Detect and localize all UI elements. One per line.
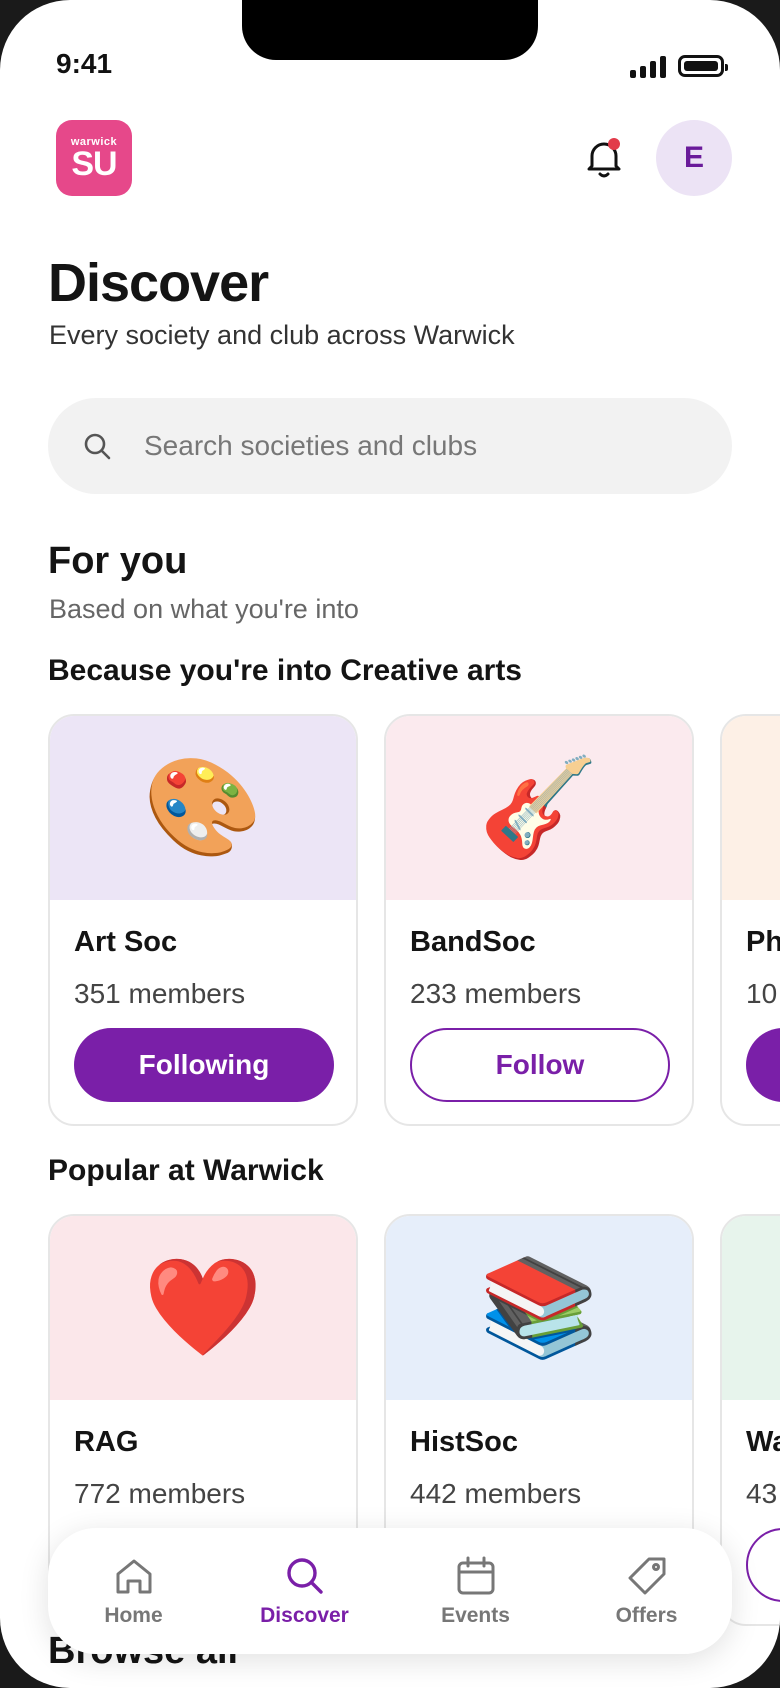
books-icon: 📚: [479, 1254, 599, 1361]
search-bar[interactable]: [48, 398, 732, 494]
card-banner: [722, 716, 780, 900]
society-name: Ph: [746, 926, 780, 958]
nav-item-events[interactable]: Events: [390, 1528, 561, 1654]
phone-screen: 9:41 warwick SU E Discover Every society…: [0, 0, 780, 1688]
avatar[interactable]: E: [656, 120, 732, 196]
society-card-partial[interactable]: Ph 10: [720, 714, 780, 1126]
status-icons: [630, 54, 728, 78]
member-count: 442 members: [410, 1478, 582, 1509]
heart-icon: ❤️: [143, 1254, 263, 1361]
nav-item-home[interactable]: Home: [48, 1528, 219, 1654]
society-name: BandSoc: [410, 926, 536, 958]
row-title-popular: Popular at Warwick: [48, 1154, 324, 1187]
following-button[interactable]: Following: [74, 1028, 334, 1102]
nav-label-home: Home: [104, 1604, 163, 1627]
member-count: 772 members: [74, 1478, 246, 1509]
nav-label-offers: Offers: [615, 1604, 678, 1627]
follow-button[interactable]: Follow: [410, 1028, 670, 1102]
section-title-for-you: For you: [48, 540, 188, 582]
nav-item-discover[interactable]: Discover: [219, 1528, 390, 1654]
row-title-creative-arts: Because you're into Creative arts: [48, 654, 522, 687]
society-name: HistSoc: [410, 1426, 518, 1458]
card-banner: 🎨: [50, 716, 356, 900]
society-name: Wa: [746, 1426, 780, 1458]
card-banner: [722, 1216, 780, 1400]
society-card[interactable]: 🎸 BandSoc 233 members Follow: [384, 714, 694, 1126]
battery-icon: [678, 55, 728, 77]
notifications-button[interactable]: [586, 136, 622, 180]
member-count: 43: [746, 1478, 778, 1509]
search-icon: [286, 1558, 323, 1594]
member-count: 351 members: [74, 978, 246, 1009]
nav-label-events: Events: [441, 1604, 510, 1627]
section-subtitle-for-you: Based on what you're into: [49, 594, 359, 624]
home-icon: [116, 1559, 151, 1594]
status-time: 9:41: [56, 48, 113, 79]
society-name: RAG: [74, 1426, 139, 1458]
device-notch: [242, 0, 538, 60]
society-name: Art Soc: [74, 926, 178, 958]
page-subtitle: Every society and club across Warwick: [49, 320, 515, 350]
following-button[interactable]: [746, 1028, 780, 1102]
card-banner: ❤️: [50, 1216, 356, 1400]
member-count: 10: [746, 978, 778, 1009]
search-icon: [84, 433, 111, 460]
member-count: 233 members: [410, 978, 582, 1009]
card-banner: 🎸: [386, 716, 692, 900]
tag-icon: [628, 1557, 665, 1595]
cellular-signal-icon: [630, 54, 666, 78]
society-card[interactable]: 🎨 Art Soc 351 members Following: [48, 714, 358, 1126]
card-banner: 📚: [386, 1216, 692, 1400]
nav-label-discover: Discover: [260, 1604, 349, 1627]
logo-text-big: SU: [71, 145, 117, 183]
follow-button[interactable]: [746, 1528, 780, 1602]
calendar-icon: [457, 1556, 494, 1595]
notification-dot: [608, 138, 620, 150]
palette-icon: 🎨: [143, 754, 263, 861]
search-input[interactable]: [142, 429, 666, 463]
nav-item-offers[interactable]: Offers: [561, 1528, 732, 1654]
warwick-su-logo[interactable]: warwick SU: [56, 120, 132, 196]
page-title: Discover: [48, 253, 269, 313]
guitar-icon: 🎸: [479, 754, 599, 861]
bottom-nav: Home Discover Events Offers: [48, 1528, 732, 1654]
